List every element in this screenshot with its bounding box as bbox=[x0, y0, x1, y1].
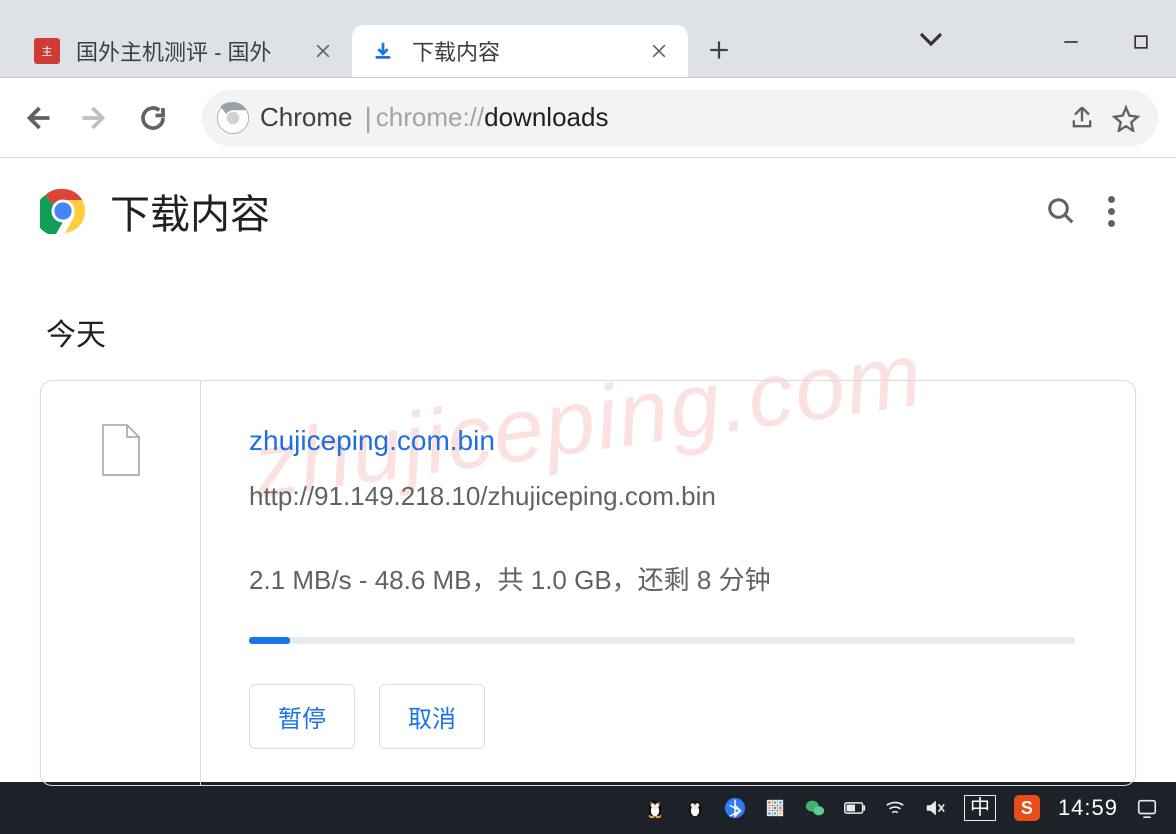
wifi-icon[interactable] bbox=[884, 782, 906, 834]
omnibox-separator: | bbox=[364, 102, 371, 134]
reload-button[interactable] bbox=[124, 89, 182, 147]
download-status: 2.1 MB/s - 48.6 MB，共 1.0 GB，还剩 8 分钟 bbox=[249, 560, 1075, 597]
tab-active[interactable]: 下载内容 bbox=[352, 25, 688, 77]
share-icon[interactable] bbox=[1060, 96, 1104, 140]
ime-indicator[interactable]: 中 bbox=[964, 782, 996, 834]
download-progress bbox=[249, 637, 1075, 644]
bluetooth-icon[interactable] bbox=[724, 782, 746, 834]
file-icon bbox=[101, 423, 141, 477]
tab-overflow-icon[interactable] bbox=[916, 24, 946, 59]
app-icon[interactable] bbox=[764, 782, 786, 834]
file-icon-column bbox=[41, 381, 201, 785]
close-tab-icon[interactable] bbox=[648, 40, 670, 62]
page-title: 下载内容 bbox=[110, 182, 270, 240]
volume-mute-icon[interactable] bbox=[924, 782, 946, 834]
new-tab-button[interactable] bbox=[696, 27, 742, 73]
qq-icon[interactable] bbox=[684, 782, 706, 834]
tab-title: 下载内容 bbox=[412, 35, 640, 67]
date-header: 今天 bbox=[46, 310, 1136, 354]
back-button[interactable] bbox=[8, 89, 66, 147]
bookmark-icon[interactable] bbox=[1104, 96, 1148, 140]
taskbar: 中 S 14:59 bbox=[0, 782, 1176, 834]
omnibox[interactable]: Chrome | chrome://downloads bbox=[202, 90, 1158, 146]
qq-icon[interactable] bbox=[644, 782, 666, 834]
wechat-icon[interactable] bbox=[804, 782, 826, 834]
battery-icon[interactable] bbox=[844, 782, 866, 834]
forward-button[interactable] bbox=[66, 89, 124, 147]
tab-inactive[interactable]: 主 国外主机测评 - 国外 bbox=[16, 25, 352, 77]
download-progress-bar bbox=[249, 637, 290, 644]
download-source-url: http://91.149.218.10/zhujiceping.com.bin bbox=[249, 481, 1075, 512]
clock[interactable]: 14:59 bbox=[1058, 782, 1118, 834]
window-controls bbox=[1036, 0, 1176, 78]
notifications-icon[interactable] bbox=[1136, 782, 1158, 834]
tab-strip: 主 国外主机测评 - 国外 下载内容 bbox=[0, 0, 1176, 78]
search-icon[interactable] bbox=[1036, 186, 1086, 236]
minimize-button[interactable] bbox=[1036, 22, 1106, 62]
menu-icon[interactable] bbox=[1086, 186, 1136, 236]
chrome-logo bbox=[40, 188, 86, 234]
close-tab-icon[interactable] bbox=[312, 40, 334, 62]
download-card: zhujiceping.com.bin http://91.149.218.10… bbox=[40, 380, 1136, 786]
download-filename[interactable]: zhujiceping.com.bin bbox=[249, 425, 1075, 457]
page-header: 下载内容 bbox=[0, 158, 1176, 250]
chrome-icon bbox=[216, 101, 250, 135]
pause-button[interactable]: 暂停 bbox=[249, 684, 355, 749]
omnibox-url: chrome://downloads bbox=[376, 102, 609, 133]
download-favicon bbox=[370, 38, 396, 64]
tab-title: 国外主机测评 - 国外 bbox=[76, 35, 304, 67]
maximize-button[interactable] bbox=[1106, 22, 1176, 62]
toolbar: Chrome | chrome://downloads bbox=[0, 78, 1176, 158]
sogou-icon[interactable]: S bbox=[1014, 782, 1040, 834]
cancel-button[interactable]: 取消 bbox=[379, 684, 485, 749]
site-favicon: 主 bbox=[34, 38, 60, 64]
omnibox-context: Chrome bbox=[258, 102, 362, 133]
